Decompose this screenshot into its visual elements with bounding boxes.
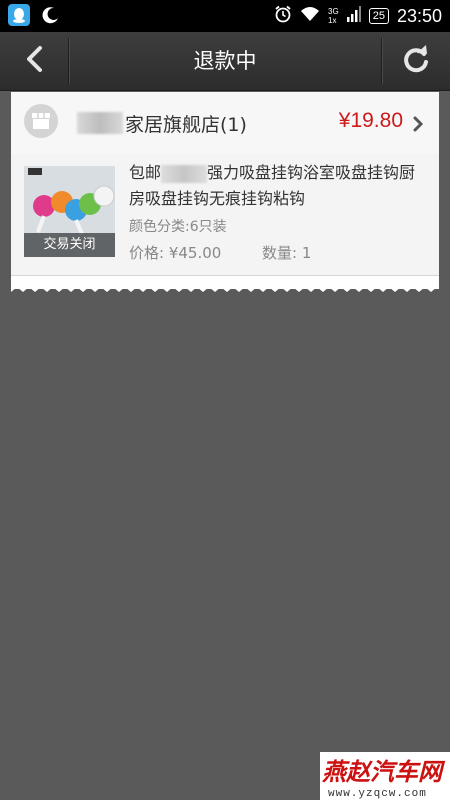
shop-name: 家居旗舰店(1) xyxy=(125,114,247,136)
battery-indicator: 25 xyxy=(368,8,389,24)
chevron-left-icon xyxy=(24,45,44,77)
order-item-row[interactable]: 交易关闭 包邮 强力吸盘挂钩浴室吸盘挂钩厨房吸盘挂钩无痕挂钩粘钩 颜色分类:6只装… xyxy=(11,154,439,276)
moon-icon xyxy=(40,4,62,26)
shop-row[interactable]: 家居旗舰店(1) ¥19.80 xyxy=(11,92,439,155)
product-quantity: 数量: 1 xyxy=(262,244,312,262)
thumbnail-status-label: 交易关闭 xyxy=(24,233,115,257)
watermark: 燕赵汽车网 www.yzqcw.com xyxy=(320,752,450,800)
status-right: 3G 1x 25 23:50 xyxy=(274,4,442,28)
watermark-url: www.yzqcw.com xyxy=(328,788,427,800)
card-zigzag-edge xyxy=(11,286,439,292)
refresh-icon xyxy=(402,45,430,77)
network-label: 3G xyxy=(328,7,339,16)
store-icon xyxy=(24,104,58,138)
watermark-logo: 燕赵汽车网 xyxy=(322,752,442,787)
chevron-right-icon xyxy=(413,116,424,136)
qq-app-icon xyxy=(8,4,30,26)
nav-bar: 退款中 xyxy=(0,32,450,91)
product-title: 包邮 强力吸盘挂钩浴室吸盘挂钩厨房吸盘挂钩无痕挂钩粘钩 xyxy=(129,160,424,212)
status-left xyxy=(8,4,62,26)
product-title-redacted xyxy=(161,164,208,183)
watermark-logo-text: 燕赵汽车网 xyxy=(322,757,442,786)
order-card: 家居旗舰店(1) ¥19.80 交易关闭 包邮 强力吸盘挂钩浴室吸盘挂钩厨房吸盘挂… xyxy=(11,92,439,289)
status-time: 23:50 xyxy=(396,5,442,26)
back-button[interactable] xyxy=(0,32,68,90)
network-sub-label: 1x xyxy=(328,16,337,25)
shop-name-redacted xyxy=(77,112,123,134)
network-indicator: 3G 1x xyxy=(328,7,339,25)
product-price: 价格: ¥45.00 xyxy=(129,244,222,262)
alarm-icon xyxy=(274,5,292,27)
product-spec: 颜色分类:6只装 xyxy=(129,219,227,235)
product-title-prefix: 包邮 xyxy=(129,163,162,182)
wifi-icon xyxy=(300,6,320,26)
nav-divider-left xyxy=(68,38,69,84)
product-thumbnail: 交易关闭 xyxy=(24,166,115,257)
order-total-price: ¥19.80 xyxy=(338,109,403,132)
signal-icon xyxy=(346,6,361,26)
refresh-button[interactable] xyxy=(382,32,450,90)
status-bar: 3G 1x 25 23:50 xyxy=(0,0,450,32)
page-title: 退款中 xyxy=(193,49,257,73)
